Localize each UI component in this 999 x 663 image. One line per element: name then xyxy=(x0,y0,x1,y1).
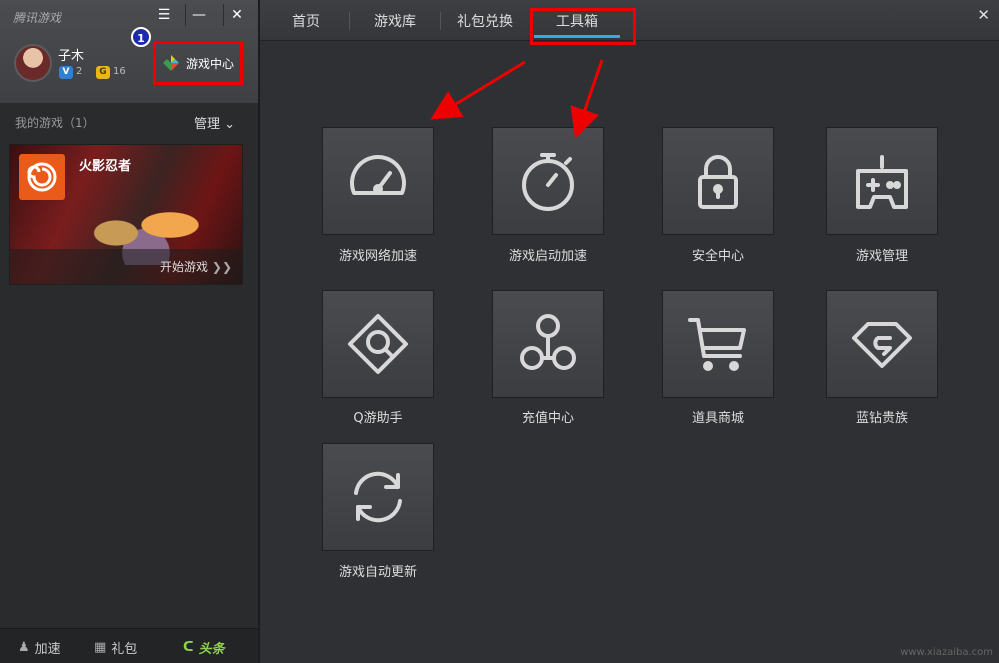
annotation-number-badge: 1 xyxy=(131,27,151,47)
right-panel: 首页 游戏库 礼包兑换 工具箱 ✕ 游戏网络加速 游戏启动加速 安全中心 游戏管… xyxy=(260,0,999,663)
headline-label: 头条 xyxy=(198,642,225,657)
app-title: 腾讯游戏 xyxy=(13,11,62,25)
tab-game-library[interactable]: 游戏库 xyxy=(374,11,416,31)
game-center-button[interactable]: 游戏中心 xyxy=(153,41,243,85)
tool-recharge-center[interactable] xyxy=(492,290,604,398)
tool-label: 安全中心 xyxy=(691,249,744,264)
tool-label: 充值中心 xyxy=(521,411,574,426)
avatar[interactable] xyxy=(14,44,52,82)
gold-level: 16 xyxy=(113,66,126,77)
close-button[interactable]: ✕ xyxy=(223,4,250,26)
tool-label: 游戏网络加速 xyxy=(338,249,417,264)
start-game-label: 开始游戏 xyxy=(160,260,209,274)
game-center-label: 游戏中心 xyxy=(185,56,234,71)
tool-q-assistant[interactable] xyxy=(322,290,434,398)
diamond-icon xyxy=(852,322,912,368)
gift-button[interactable]: ▦ 礼包 xyxy=(94,638,137,657)
close-icon[interactable]: ✕ xyxy=(977,6,990,24)
annotation-arrow-right xyxy=(570,59,604,139)
tool-label: 游戏启动加速 xyxy=(508,249,587,264)
tool-label: 道具商城 xyxy=(691,411,744,426)
headline-logo-icon: ᑕ xyxy=(183,640,194,655)
tool-label: Q游助手 xyxy=(353,411,403,426)
tab-bar: 首页 游戏库 礼包兑换 工具箱 ✕ xyxy=(260,0,999,45)
bottom-bar: ♟ 加速 ▦ 礼包 ᑕ 头条 xyxy=(0,628,258,663)
shopping-cart-icon xyxy=(688,318,746,371)
tool-network-speed[interactable] xyxy=(322,127,434,235)
menu-button[interactable]: ☰ xyxy=(151,4,177,26)
minimize-button[interactable]: — xyxy=(185,4,212,26)
game-center-icon xyxy=(162,54,180,72)
network-nodes-icon xyxy=(520,314,576,370)
double-chevron-right-icon: ❯❯ xyxy=(211,260,232,274)
vip-badge-icon: V xyxy=(59,66,73,79)
chevron-down-icon: ⌄ xyxy=(224,117,236,132)
tab-divider xyxy=(440,12,441,30)
tool-auto-update[interactable] xyxy=(322,443,434,551)
annotation-arrow-left xyxy=(430,60,526,120)
watermark: www.xiazaiba.com xyxy=(900,647,993,658)
tool-label: 蓝钻贵族 xyxy=(855,411,908,426)
manage-label: 管理 xyxy=(194,117,221,132)
magnifier-diamond-icon xyxy=(348,314,408,374)
username[interactable]: 子木 xyxy=(58,45,84,64)
stopwatch-icon xyxy=(522,153,574,211)
tool-label: 游戏管理 xyxy=(855,249,908,264)
tool-item-mall[interactable] xyxy=(662,290,774,398)
start-game-button[interactable]: 开始游戏 ❯❯ xyxy=(160,258,232,275)
speed-button[interactable]: ♟ 加速 xyxy=(18,638,61,657)
lock-icon xyxy=(698,155,738,209)
gift-icon: ▦ xyxy=(94,640,107,655)
tool-game-management[interactable] xyxy=(826,127,938,235)
gold-badge-icon: G xyxy=(96,66,110,79)
annotation-box xyxy=(530,8,636,45)
user-header: 腾讯游戏 ☰ — ✕ 子木 V 2 G 16 1 游戏中心 xyxy=(0,0,258,103)
tool-blue-diamond[interactable] xyxy=(826,290,938,398)
refresh-icon xyxy=(354,471,402,523)
speedometer-icon xyxy=(350,155,406,195)
tool-security-center[interactable] xyxy=(662,127,774,235)
naruto-logo-icon xyxy=(19,154,65,200)
gamepad-icon xyxy=(856,155,908,209)
tool-label: 游戏自动更新 xyxy=(338,565,417,580)
vip-level: 2 xyxy=(76,66,83,77)
headline-button[interactable]: ᑕ 头条 xyxy=(183,638,225,657)
tab-gift-exchange[interactable]: 礼包兑换 xyxy=(457,11,513,31)
gift-label: 礼包 xyxy=(111,642,138,657)
left-panel: 腾讯游戏 ☰ — ✕ 子木 V 2 G 16 1 游戏中心 我的游戏（1） 管理… xyxy=(0,0,260,663)
person-icon: ♟ xyxy=(18,640,30,655)
speed-label: 加速 xyxy=(34,642,61,657)
manage-dropdown[interactable]: 管理 ⌄ xyxy=(194,113,235,132)
tab-divider xyxy=(349,12,350,30)
tool-launch-speed[interactable] xyxy=(492,127,604,235)
my-games-label: 我的游戏（1） xyxy=(15,116,95,130)
game-card[interactable]: 火影忍者 开始游戏 ❯❯ xyxy=(9,144,243,285)
tab-home[interactable]: 首页 xyxy=(292,11,320,31)
game-name: 火影忍者 xyxy=(79,159,132,174)
